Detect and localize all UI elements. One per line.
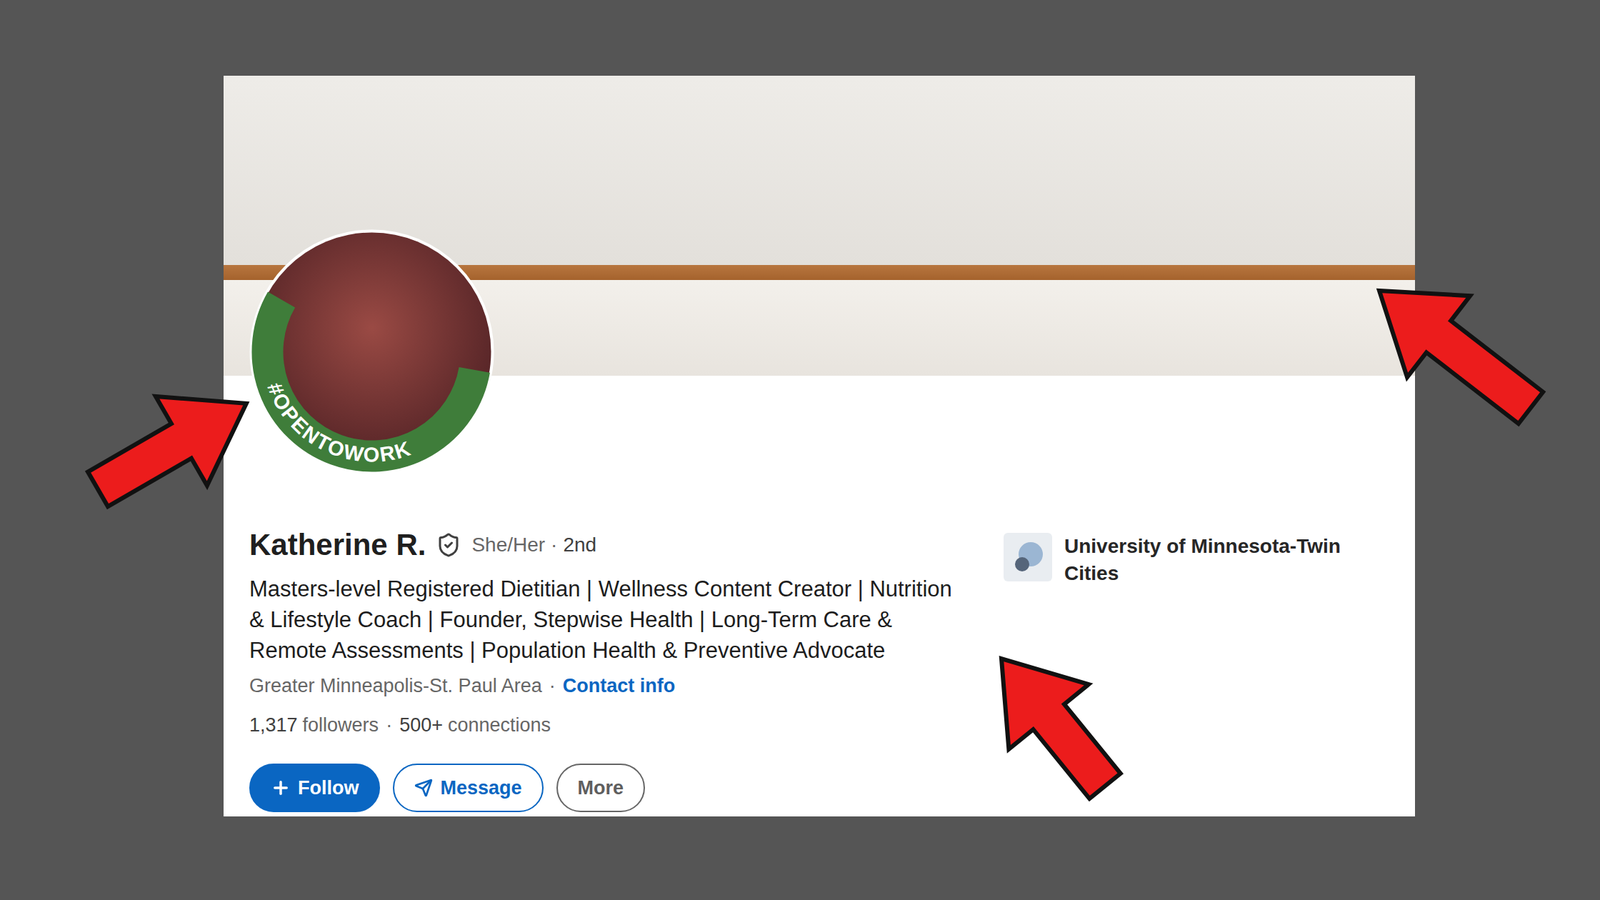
open-to-work-frame: #OPENTOWORK (262, 300, 475, 467)
separator: · (550, 532, 558, 558)
profile-photo[interactable]: #OPENTOWORK (249, 229, 495, 475)
name-meta: She/Her·2nd (471, 532, 597, 558)
follow-button[interactable]: Follow (249, 763, 380, 813)
send-icon (414, 778, 433, 798)
profile-body: #OPENTOWORKKatherine R.She/Her·2ndMaster… (223, 375, 1415, 817)
annotation-arrow-icon (997, 654, 1125, 803)
svg-text:#OPENTOWORK: #OPENTOWORK (262, 379, 415, 467)
info-row: Katherine R.She/Her·2ndMasters-level Reg… (249, 527, 1390, 813)
location-row: Greater Minneapolis-St. Paul Area·Contac… (249, 672, 957, 699)
connections-count[interactable]: 500+connections (399, 712, 551, 738)
headline: Masters-level Registered Dietitian | Wel… (249, 573, 957, 666)
action-buttons: FollowMessage More (249, 763, 957, 813)
annotation-arrow-icon (1375, 286, 1548, 428)
profile-info: Katherine R.She/Her·2ndMasters-level Reg… (249, 527, 957, 813)
school-name[interactable]: University of Minnesota-Twin Cities (1064, 532, 1379, 588)
avatar[interactable]: #OPENTOWORK (249, 229, 495, 475)
stats-row: 1,317followers·500+connections (249, 712, 957, 738)
plus-icon (270, 777, 291, 798)
message-button[interactable]: Message (392, 763, 543, 813)
more-button[interactable]: More (556, 763, 646, 813)
connection-degree: 2nd (562, 532, 597, 558)
separator: · (385, 712, 393, 738)
school-logo-icon[interactable] (1003, 532, 1053, 582)
name-row: Katherine R. She/Her·2nd (249, 527, 957, 563)
separator: · (549, 672, 556, 699)
education-item[interactable]: University of Minnesota-Twin Cities (1003, 527, 1390, 588)
page: #OPENTOWORKKatherine R.She/Her·2ndMaster… (0, 0, 1600, 900)
annotation-arrow-icon (83, 392, 251, 511)
pronouns: She/Her (471, 532, 545, 558)
followers-count[interactable]: 1,317followers (249, 712, 379, 738)
profile-card: #OPENTOWORKKatherine R.She/Her·2ndMaster… (223, 75, 1415, 817)
verified-icon[interactable] (435, 532, 462, 558)
location: Greater Minneapolis-St. Paul Area (249, 672, 543, 699)
contact-info-link[interactable]: Contact info (562, 672, 675, 699)
profile-name: Katherine R. (249, 527, 426, 563)
